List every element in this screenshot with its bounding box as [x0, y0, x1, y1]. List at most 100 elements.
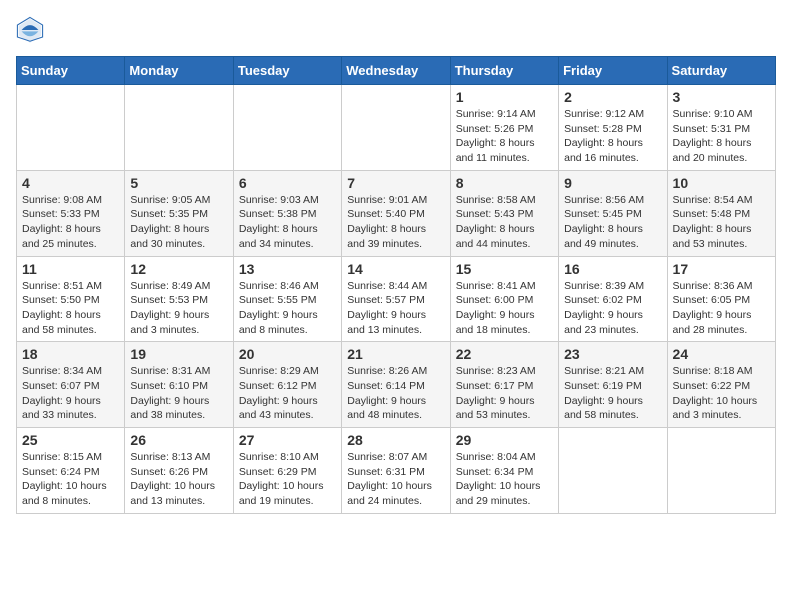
day-info: Sunrise: 9:10 AMSunset: 5:31 PMDaylight:… [673, 107, 770, 166]
calendar-cell: 20 Sunrise: 8:29 AMSunset: 6:12 PMDayligh… [233, 342, 341, 428]
day-info: Sunrise: 8:15 AMSunset: 6:24 PMDaylight:… [22, 450, 119, 509]
day-of-week-header: Sunday [17, 57, 125, 85]
calendar-cell: 13 Sunrise: 8:46 AMSunset: 5:55 PMDayligh… [233, 256, 341, 342]
day-info: Sunrise: 8:39 AMSunset: 6:02 PMDaylight:… [564, 279, 661, 338]
day-info: Sunrise: 8:58 AMSunset: 5:43 PMDaylight:… [456, 193, 553, 252]
day-info: Sunrise: 8:54 AMSunset: 5:48 PMDaylight:… [673, 193, 770, 252]
day-info: Sunrise: 8:29 AMSunset: 6:12 PMDaylight:… [239, 364, 336, 423]
day-number: 4 [22, 175, 119, 191]
calendar-cell: 14 Sunrise: 8:44 AMSunset: 5:57 PMDayligh… [342, 256, 450, 342]
calendar-header: SundayMondayTuesdayWednesdayThursdayFrid… [17, 57, 776, 85]
calendar-cell: 1 Sunrise: 9:14 AMSunset: 5:26 PMDaylight… [450, 85, 558, 171]
day-number: 19 [130, 346, 227, 362]
day-info: Sunrise: 8:07 AMSunset: 6:31 PMDaylight:… [347, 450, 444, 509]
calendar-cell: 22 Sunrise: 8:23 AMSunset: 6:17 PMDayligh… [450, 342, 558, 428]
calendar-cell [125, 85, 233, 171]
day-info: Sunrise: 8:49 AMSunset: 5:53 PMDaylight:… [130, 279, 227, 338]
calendar-week-row: 25 Sunrise: 8:15 AMSunset: 6:24 PMDayligh… [17, 428, 776, 514]
day-info: Sunrise: 8:41 AMSunset: 6:00 PMDaylight:… [456, 279, 553, 338]
day-number: 11 [22, 261, 119, 277]
day-of-week-header: Wednesday [342, 57, 450, 85]
calendar-cell [342, 85, 450, 171]
calendar-cell [17, 85, 125, 171]
calendar-cell: 9 Sunrise: 8:56 AMSunset: 5:45 PMDaylight… [559, 170, 667, 256]
day-info: Sunrise: 9:05 AMSunset: 5:35 PMDaylight:… [130, 193, 227, 252]
calendar-week-row: 4 Sunrise: 9:08 AMSunset: 5:33 PMDaylight… [17, 170, 776, 256]
day-info: Sunrise: 8:10 AMSunset: 6:29 PMDaylight:… [239, 450, 336, 509]
calendar-cell: 23 Sunrise: 8:21 AMSunset: 6:19 PMDayligh… [559, 342, 667, 428]
day-number: 25 [22, 432, 119, 448]
day-number: 18 [22, 346, 119, 362]
day-info: Sunrise: 9:14 AMSunset: 5:26 PMDaylight:… [456, 107, 553, 166]
calendar-cell: 10 Sunrise: 8:54 AMSunset: 5:48 PMDayligh… [667, 170, 775, 256]
calendar-cell: 27 Sunrise: 8:10 AMSunset: 6:29 PMDayligh… [233, 428, 341, 514]
calendar-cell: 15 Sunrise: 8:41 AMSunset: 6:00 PMDayligh… [450, 256, 558, 342]
day-number: 15 [456, 261, 553, 277]
calendar-cell: 19 Sunrise: 8:31 AMSunset: 6:10 PMDayligh… [125, 342, 233, 428]
calendar-cell: 7 Sunrise: 9:01 AMSunset: 5:40 PMDaylight… [342, 170, 450, 256]
day-number: 21 [347, 346, 444, 362]
day-number: 27 [239, 432, 336, 448]
day-info: Sunrise: 8:23 AMSunset: 6:17 PMDaylight:… [456, 364, 553, 423]
day-info: Sunrise: 8:46 AMSunset: 5:55 PMDaylight:… [239, 279, 336, 338]
day-number: 24 [673, 346, 770, 362]
day-info: Sunrise: 8:21 AMSunset: 6:19 PMDaylight:… [564, 364, 661, 423]
day-info: Sunrise: 8:18 AMSunset: 6:22 PMDaylight:… [673, 364, 770, 423]
day-number: 6 [239, 175, 336, 191]
calendar-cell: 21 Sunrise: 8:26 AMSunset: 6:14 PMDayligh… [342, 342, 450, 428]
day-number: 1 [456, 89, 553, 105]
day-number: 28 [347, 432, 444, 448]
day-number: 3 [673, 89, 770, 105]
day-info: Sunrise: 8:13 AMSunset: 6:26 PMDaylight:… [130, 450, 227, 509]
day-number: 7 [347, 175, 444, 191]
day-info: Sunrise: 8:56 AMSunset: 5:45 PMDaylight:… [564, 193, 661, 252]
day-number: 14 [347, 261, 444, 277]
day-of-week-header: Monday [125, 57, 233, 85]
day-number: 13 [239, 261, 336, 277]
calendar-cell [559, 428, 667, 514]
calendar-cell: 4 Sunrise: 9:08 AMSunset: 5:33 PMDaylight… [17, 170, 125, 256]
day-number: 20 [239, 346, 336, 362]
calendar-cell: 16Sunrise: 8:39 AMSunset: 6:02 PMDayligh… [559, 256, 667, 342]
calendar-week-row: 18 Sunrise: 8:34 AMSunset: 6:07 PMDayligh… [17, 342, 776, 428]
day-info: Sunrise: 8:31 AMSunset: 6:10 PMDaylight:… [130, 364, 227, 423]
day-info: Sunrise: 9:01 AMSunset: 5:40 PMDaylight:… [347, 193, 444, 252]
day-info: Sunrise: 8:34 AMSunset: 6:07 PMDaylight:… [22, 364, 119, 423]
day-number: 29 [456, 432, 553, 448]
calendar-cell: 12Sunrise: 8:49 AMSunset: 5:53 PMDayligh… [125, 256, 233, 342]
day-number: 23 [564, 346, 661, 362]
day-number: 5 [130, 175, 227, 191]
calendar-cell [233, 85, 341, 171]
day-of-week-header: Saturday [667, 57, 775, 85]
calendar-cell [667, 428, 775, 514]
day-info: Sunrise: 8:04 AMSunset: 6:34 PMDaylight:… [456, 450, 553, 509]
calendar-week-row: 11 Sunrise: 8:51 AMSunset: 5:50 PMDayligh… [17, 256, 776, 342]
day-number: 26 [130, 432, 227, 448]
day-info: Sunrise: 9:08 AMSunset: 5:33 PMDaylight:… [22, 193, 119, 252]
calendar-cell: 26 Sunrise: 8:13 AMSunset: 6:26 PMDayligh… [125, 428, 233, 514]
day-of-week-header: Thursday [450, 57, 558, 85]
day-info: Sunrise: 8:26 AMSunset: 6:14 PMDaylight:… [347, 364, 444, 423]
calendar-table: SundayMondayTuesdayWednesdayThursdayFrid… [16, 56, 776, 514]
day-info: Sunrise: 8:44 AMSunset: 5:57 PMDaylight:… [347, 279, 444, 338]
day-number: 22 [456, 346, 553, 362]
calendar-cell: 3 Sunrise: 9:10 AMSunset: 5:31 PMDaylight… [667, 85, 775, 171]
calendar-cell: 11 Sunrise: 8:51 AMSunset: 5:50 PMDayligh… [17, 256, 125, 342]
calendar-cell: 5 Sunrise: 9:05 AMSunset: 5:35 PMDaylight… [125, 170, 233, 256]
day-info: Sunrise: 8:51 AMSunset: 5:50 PMDaylight:… [22, 279, 119, 338]
day-of-week-header: Tuesday [233, 57, 341, 85]
logo-icon [16, 16, 44, 44]
calendar-cell: 8 Sunrise: 8:58 AMSunset: 5:43 PMDaylight… [450, 170, 558, 256]
day-number: 17 [673, 261, 770, 277]
day-info: Sunrise: 8:36 AMSunset: 6:05 PMDaylight:… [673, 279, 770, 338]
calendar-cell: 2Sunrise: 9:12 AMSunset: 5:28 PMDaylight… [559, 85, 667, 171]
day-of-week-header: Friday [559, 57, 667, 85]
page-header [16, 16, 776, 44]
day-number: 9 [564, 175, 661, 191]
day-number: 8 [456, 175, 553, 191]
logo [16, 16, 48, 44]
calendar-cell: 29 Sunrise: 8:04 AMSunset: 6:34 PMDayligh… [450, 428, 558, 514]
day-number: 10 [673, 175, 770, 191]
calendar-week-row: 1 Sunrise: 9:14 AMSunset: 5:26 PMDaylight… [17, 85, 776, 171]
day-info: Sunrise: 9:12 AMSunset: 5:28 PMDaylight:… [564, 107, 661, 166]
